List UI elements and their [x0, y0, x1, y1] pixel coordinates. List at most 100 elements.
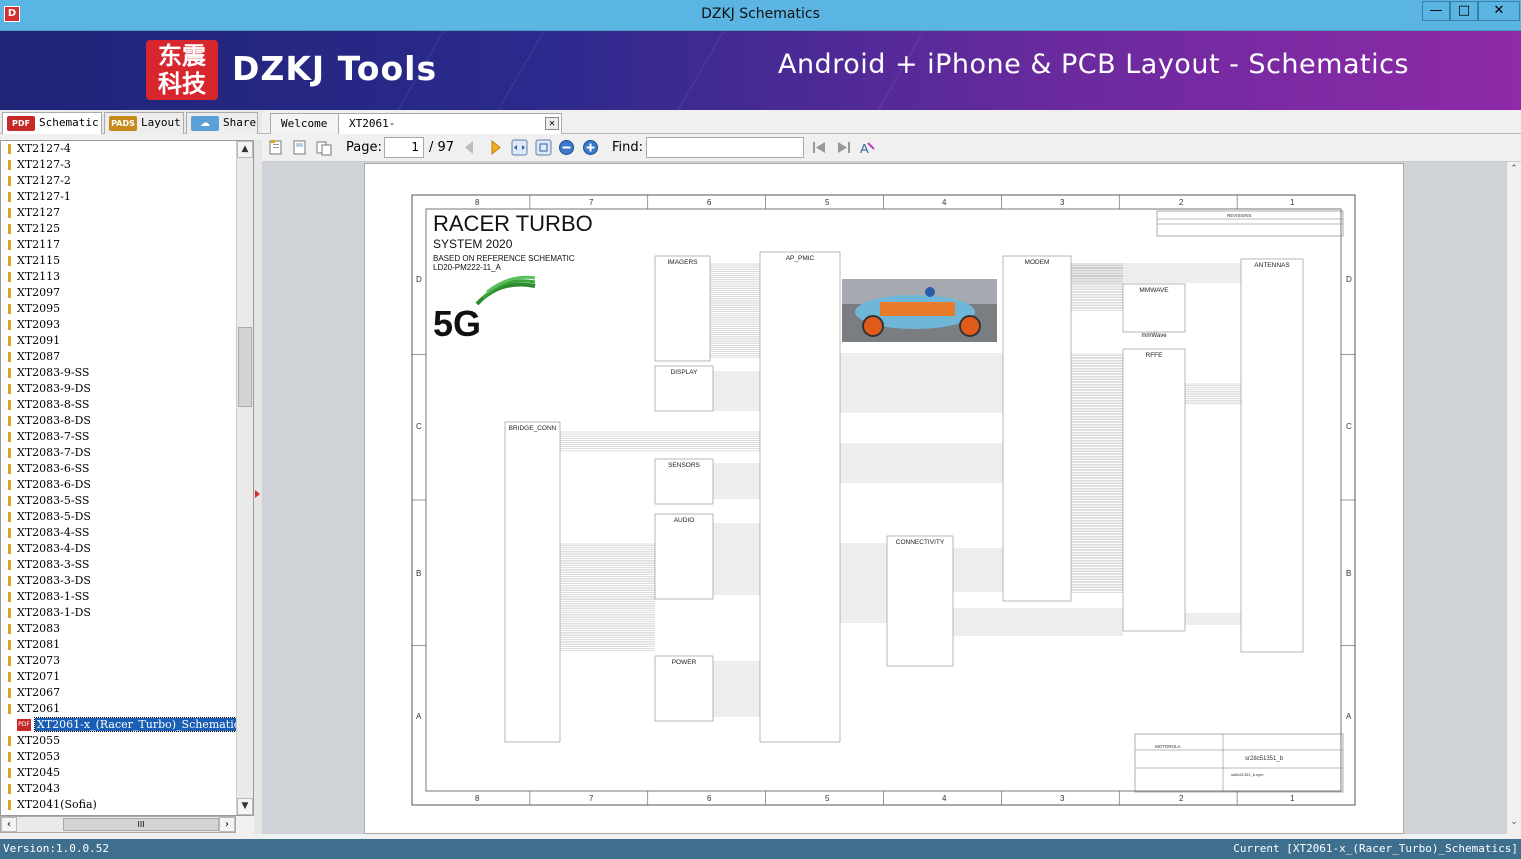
tree-item[interactable]: XT2083-9-DS — [1, 381, 237, 397]
tree-item[interactable]: XT2083-7-DS — [1, 445, 237, 461]
next-page-icon[interactable] — [487, 139, 504, 156]
tree-item[interactable]: XT2097 — [1, 285, 237, 301]
tree-item[interactable]: XT2083-9-SS — [1, 365, 237, 381]
tree-item[interactable]: XT2083-4-DS — [1, 541, 237, 557]
tree-scroll-thumb[interactable] — [238, 327, 252, 407]
tree-item-label: XT2071 — [17, 670, 61, 683]
tree-item[interactable]: XT2043 — [1, 781, 237, 797]
folder-icon — [8, 432, 11, 442]
fit-page-icon[interactable] — [535, 139, 552, 156]
tree-item[interactable]: XT2083-6-SS — [1, 461, 237, 477]
document-viewport[interactable]: 8 7 6 5 4 3 2 1 8 7 6 5 4 3 2 1 D D C C B B A A RACER TURBO S… — [262, 162, 1506, 834]
tree-item[interactable]: XT2113 — [1, 269, 237, 285]
tree-item[interactable]: XT2061 — [1, 701, 237, 717]
scroll-down-icon[interactable]: ▼ — [237, 798, 253, 815]
tree-item[interactable]: XT2095 — [1, 301, 237, 317]
zoom-in-icon[interactable] — [582, 139, 599, 156]
tree-item[interactable]: XT2083-4-SS — [1, 525, 237, 541]
collapse-arrow-icon[interactable] — [255, 490, 260, 498]
print-icon[interactable] — [316, 139, 333, 156]
find-previous-icon[interactable] — [811, 139, 828, 156]
tree-item-label: XT2083-8-SS — [17, 398, 90, 411]
tree-item[interactable]: XT2081 — [1, 637, 237, 653]
folder-icon — [8, 208, 11, 218]
page-total: / 97 — [429, 140, 455, 155]
close-button[interactable]: ✕ — [1478, 1, 1520, 21]
tree-item[interactable]: XT2127-4 — [1, 141, 237, 157]
tree-item[interactable]: XT2041(Sofia) — [1, 797, 237, 813]
revisions-label: REVISIONS — [1227, 213, 1252, 218]
tree-item[interactable]: XT2127-3 — [1, 157, 237, 173]
find-next-icon[interactable] — [835, 139, 852, 156]
viewer-scroll-down-icon[interactable]: ⌄ — [1507, 817, 1521, 832]
tree-vertical-scrollbar[interactable]: ▲ ▼ — [236, 141, 253, 815]
tree-item[interactable]: XT2083-8-SS — [1, 397, 237, 413]
tree-item[interactable]: XT2083-8-DS — [1, 413, 237, 429]
status-bar: Version:1.0.0.52 Current [XT2061-x_(Race… — [0, 839, 1521, 859]
tree-item[interactable]: XT2083-3-SS — [1, 557, 237, 573]
maximize-button[interactable]: □ — [1450, 1, 1478, 21]
tree-item[interactable]: XT2083-3-DS — [1, 573, 237, 589]
save-file-icon[interactable] — [292, 139, 309, 156]
tab-welcome[interactable]: Welcome — [270, 113, 342, 134]
cloud-share-icon: ☁ — [191, 116, 219, 131]
tree-item[interactable]: XT2083-1-SS — [1, 589, 237, 605]
block-modem — [1002, 255, 1072, 602]
tree-item[interactable]: XT2073 — [1, 653, 237, 669]
tab-schematic[interactable]: PDF Schematic — [2, 112, 102, 134]
block-audio — [654, 513, 714, 600]
tab-layout[interactable]: PADS Layout — [104, 112, 184, 134]
tree-item[interactable]: XT2127-1 — [1, 189, 237, 205]
open-file-icon[interactable] — [268, 139, 285, 156]
minimize-button[interactable]: — — [1422, 1, 1450, 21]
find-input[interactable] — [646, 137, 804, 158]
tree-item[interactable]: XT2125 — [1, 221, 237, 237]
folder-icon — [8, 256, 11, 266]
tree-item[interactable]: PDF XT2061-x_(Racer_Turbo)_Schematics — [1, 717, 249, 733]
scroll-left-icon[interactable]: ‹ — [1, 817, 17, 832]
tab-share[interactable]: ☁ Share — [186, 112, 258, 134]
block-label: AUDIO — [674, 517, 695, 524]
tree-item[interactable]: XT2127-2 — [1, 173, 237, 189]
page-input[interactable]: 1 — [384, 137, 424, 158]
previous-page-icon[interactable] — [461, 139, 478, 156]
zoom-out-icon[interactable] — [558, 139, 575, 156]
tree-horizontal-scrollbar[interactable]: ‹ III › — [0, 816, 236, 833]
tree-item[interactable]: XT2083-5-DS — [1, 509, 237, 525]
logo-text-line1: 东震 — [158, 41, 206, 70]
scroll-up-icon[interactable]: ▲ — [237, 141, 253, 158]
tree-item[interactable]: XT2091 — [1, 333, 237, 349]
tree-hscroll-thumb[interactable]: III — [63, 818, 219, 831]
folder-icon — [8, 160, 11, 170]
tree-item[interactable]: XT2083-1-DS — [1, 605, 237, 621]
tree-item[interactable]: XT2083-6-DS — [1, 477, 237, 493]
column-label: 6 — [707, 794, 712, 803]
fit-width-icon[interactable] — [511, 139, 528, 156]
row-label: A — [416, 712, 422, 721]
window-titlebar: D DZKJ Schematics — □ ✕ — [0, 0, 1521, 31]
close-tab-icon[interactable]: ✕ — [545, 117, 559, 130]
tree-item[interactable]: XT2083 — [1, 621, 237, 637]
panel-splitter[interactable] — [254, 140, 262, 834]
tree-item[interactable]: XT2067 — [1, 685, 237, 701]
tree-item[interactable]: XT2087 — [1, 349, 237, 365]
titleblock-docno: sr28c51351_b — [1245, 756, 1284, 762]
viewer-scroll-up-icon[interactable]: ⌃ — [1507, 164, 1521, 179]
tree-item[interactable]: XT2083-5-SS — [1, 493, 237, 509]
tab-racer-turbo-schematics[interactable]: XT2061-x_(Racer_Turbo)_Schematics ✕ — [338, 113, 562, 149]
tree-item[interactable]: XT2117 — [1, 237, 237, 253]
highlight-text-icon[interactable]: A — [859, 139, 876, 156]
tree-item[interactable]: XT2053 — [1, 749, 237, 765]
tree-item-label: XT2061-x_(Racer_Turbo)_Schematics — [34, 717, 249, 732]
tree-item[interactable]: XT2071 — [1, 669, 237, 685]
brand-tagline: Android + iPhone & PCB Layout - Schemati… — [777, 49, 1409, 80]
tree-item[interactable]: XT2093 — [1, 317, 237, 333]
tree-item[interactable]: XT2055 — [1, 733, 237, 749]
tree-item[interactable]: XT2127 — [1, 205, 237, 221]
viewer-vertical-scrollbar[interactable]: ⌃ ⌄ — [1506, 162, 1521, 834]
folder-icon — [8, 800, 11, 810]
tree-item[interactable]: XT2045 — [1, 765, 237, 781]
scroll-right-icon[interactable]: › — [219, 817, 235, 832]
tree-item[interactable]: XT2115 — [1, 253, 237, 269]
tree-item[interactable]: XT2083-7-SS — [1, 429, 237, 445]
